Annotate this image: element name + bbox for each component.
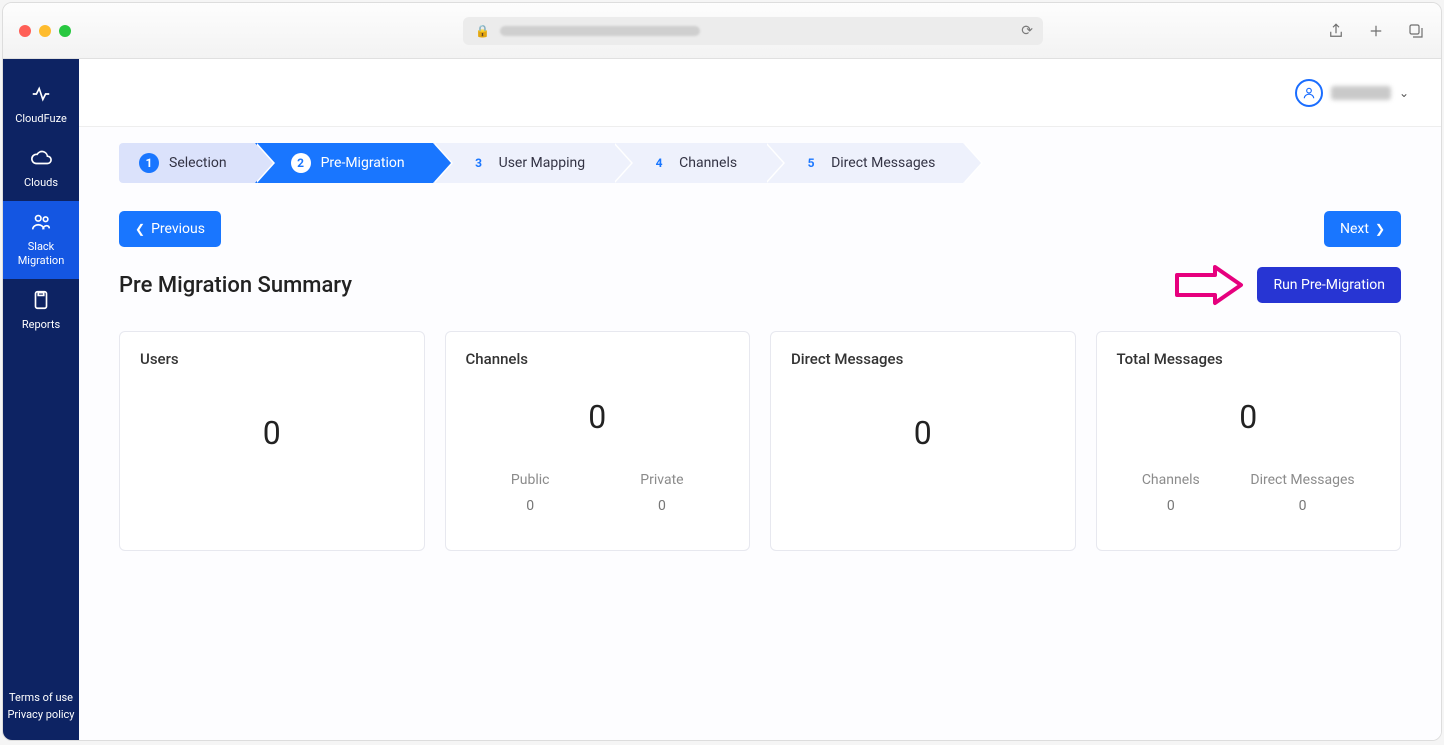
username-redacted <box>1331 86 1391 100</box>
reports-icon <box>30 289 52 311</box>
run-pre-migration-button[interactable]: Run Pre-Migration <box>1257 267 1401 303</box>
close-window-button[interactable] <box>19 25 31 37</box>
step-label: Direct Messages <box>831 155 935 171</box>
cloud-icon <box>30 147 52 169</box>
sub-label: Public <box>511 472 550 488</box>
sub-label: Channels <box>1142 472 1200 488</box>
next-button[interactable]: Next ❯ <box>1324 211 1401 247</box>
sidebar-item-reports[interactable]: Reports <box>3 279 79 343</box>
users-icon <box>30 211 52 233</box>
user-menu[interactable]: ⌄ <box>1295 79 1409 107</box>
topbar: ⌄ <box>79 59 1441 127</box>
traffic-lights <box>19 25 71 37</box>
step-label: Pre-Migration <box>321 155 405 171</box>
step-pre-migration[interactable]: 2 Pre-Migration <box>255 143 433 183</box>
sidebar-item-clouds[interactable]: Clouds <box>3 137 79 201</box>
cloudfuze-logo-icon <box>30 83 52 105</box>
card-title: Total Messages <box>1117 350 1381 368</box>
step-label: Selection <box>169 155 227 171</box>
card-users: Users 0 <box>119 331 425 551</box>
sub-label: Direct Messages <box>1250 472 1354 488</box>
sidebar-item-label: Reports <box>3 318 79 331</box>
chevron-right-icon: ❯ <box>1375 222 1385 236</box>
step-label: Channels <box>679 155 737 171</box>
privacy-link[interactable]: Privacy policy <box>7 706 74 724</box>
card-title: Channels <box>466 350 730 368</box>
tabs-icon[interactable] <box>1407 22 1425 40</box>
browser-toolbar: 🔒 ⟳ <box>3 3 1441 59</box>
step-channels[interactable]: 4 Channels <box>613 143 765 183</box>
card-value: 0 <box>791 414 1055 452</box>
new-tab-icon[interactable] <box>1367 22 1385 40</box>
sub-value: 0 <box>1250 498 1354 514</box>
step-direct-messages[interactable]: 5 Direct Messages <box>765 143 963 183</box>
card-value: 0 <box>466 398 730 436</box>
chevron-down-icon: ⌄ <box>1399 86 1409 100</box>
avatar-icon <box>1295 79 1323 107</box>
card-direct-messages: Direct Messages 0 <box>770 331 1076 551</box>
sub-label: Private <box>640 472 683 488</box>
url-redacted <box>500 26 700 36</box>
sidebar-brand[interactable]: CloudFuze <box>3 73 79 137</box>
step-user-mapping[interactable]: 3 User Mapping <box>433 143 614 183</box>
chevron-left-icon: ❮ <box>135 222 145 236</box>
card-value: 0 <box>1117 398 1381 436</box>
share-icon[interactable] <box>1327 22 1345 40</box>
sub-value: 0 <box>511 498 550 514</box>
address-bar[interactable]: 🔒 ⟳ <box>463 17 1043 45</box>
sidebar: CloudFuze Clouds Slack Migration Reports… <box>3 59 79 740</box>
summary-cards: Users 0 Channels 0 Public 0 Private <box>119 331 1401 551</box>
sidebar-brand-label: CloudFuze <box>3 112 79 125</box>
previous-button[interactable]: ❮ Previous <box>119 211 221 247</box>
sub-value: 0 <box>1142 498 1200 514</box>
lock-icon: 🔒 <box>475 24 490 38</box>
card-channels: Channels 0 Public 0 Private 0 <box>445 331 751 551</box>
sidebar-item-label: Slack Migration <box>3 240 79 266</box>
card-total-messages: Total Messages 0 Channels 0 Direct Messa… <box>1096 331 1402 551</box>
annotation-arrow-icon <box>1175 263 1245 307</box>
step-selection[interactable]: 1 Selection <box>119 143 255 183</box>
sidebar-item-label: Clouds <box>3 176 79 189</box>
reload-icon[interactable]: ⟳ <box>1021 23 1033 39</box>
page-title: Pre Migration Summary <box>119 273 352 298</box>
step-label: User Mapping <box>499 155 586 171</box>
sidebar-item-slack-migration[interactable]: Slack Migration <box>3 201 79 278</box>
card-value: 0 <box>140 414 404 452</box>
maximize-window-button[interactable] <box>59 25 71 37</box>
sub-value: 0 <box>640 498 683 514</box>
minimize-window-button[interactable] <box>39 25 51 37</box>
wizard-steps: 1 Selection 2 Pre-Migration 3 User Mappi… <box>119 143 1401 183</box>
card-title: Users <box>140 350 404 368</box>
terms-link[interactable]: Terms of use <box>7 689 74 707</box>
card-title: Direct Messages <box>791 350 1055 368</box>
